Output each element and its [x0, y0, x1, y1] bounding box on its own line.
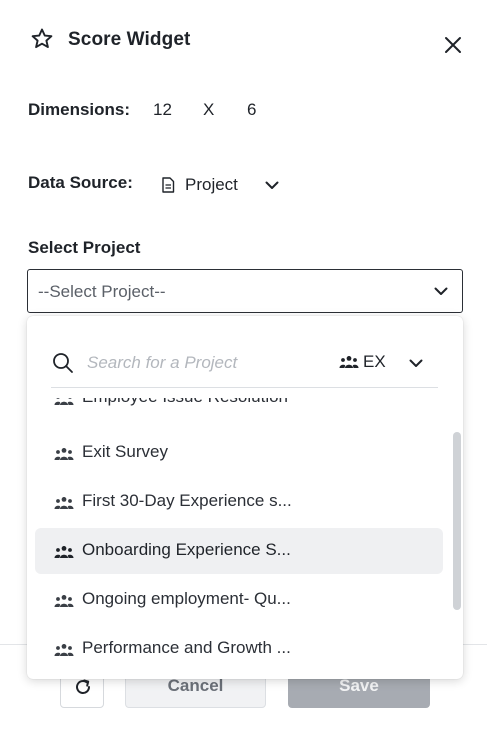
data-source-value: Project [185, 175, 238, 194]
project-select[interactable]: --Select Project-- [27, 269, 463, 313]
dimension-width: 12 [153, 100, 172, 119]
dimensions-label: Dimensions: [28, 100, 131, 119]
dimension-height: 6 [247, 100, 257, 119]
data-source-label: Data Source: [28, 173, 133, 192]
group-icon [54, 496, 74, 510]
list-item-label: Ongoing employment- Qu... [82, 589, 291, 608]
chevron-down-icon[interactable] [263, 176, 281, 194]
list-item-label: Exit Survey [82, 442, 168, 461]
list-item-label: Performance and Growth ... [82, 638, 291, 657]
document-icon [161, 177, 175, 193]
search-icon [52, 352, 74, 374]
list-item-selected[interactable]: Onboarding Experience S... [35, 528, 443, 574]
star-outline-icon [30, 27, 54, 51]
group-icon [54, 398, 74, 406]
list-item-label: Onboarding Experience S... [82, 540, 291, 559]
list-item-label: Employee Issue Resolution [82, 398, 288, 407]
chevron-down-icon [432, 282, 450, 300]
list-item[interactable]: Employee Issue Resolution [35, 398, 443, 421]
group-icon [54, 594, 74, 608]
type-filter-dropdown[interactable]: EX [339, 350, 439, 376]
dimension-separator: X [203, 100, 215, 119]
group-icon [54, 643, 74, 657]
group-icon [54, 447, 74, 461]
score-widget-panel: Score Widget Dimensions: 12 X 6 Data Sou… [0, 0, 487, 729]
search-divider [51, 387, 438, 388]
list-item[interactable]: Ongoing employment- Qu... [35, 577, 443, 623]
list-item[interactable]: First 30-Day Experience s... [35, 479, 443, 525]
select-project-label: Select Project [28, 238, 141, 257]
project-dropdown: EX Employee Issue Resolution Exit Surv [27, 316, 463, 679]
widget-title: Score Widget [68, 29, 191, 50]
group-icon [339, 355, 359, 369]
group-icon [54, 545, 74, 559]
list-item[interactable]: Performance and Growth ... [35, 626, 443, 672]
close-icon[interactable] [441, 33, 465, 57]
chevron-down-icon [407, 354, 425, 372]
refresh-icon [76, 679, 90, 694]
filter-label: EX [363, 352, 386, 371]
list-item-label: First 30-Day Experience s... [82, 491, 292, 510]
project-list: Employee Issue Resolution Exit Survey Fi… [27, 398, 463, 679]
project-select-placeholder: --Select Project-- [38, 282, 166, 301]
project-search-input[interactable] [87, 350, 327, 376]
list-scrollbar[interactable] [453, 432, 461, 610]
list-item[interactable]: Exit Survey [35, 430, 443, 476]
